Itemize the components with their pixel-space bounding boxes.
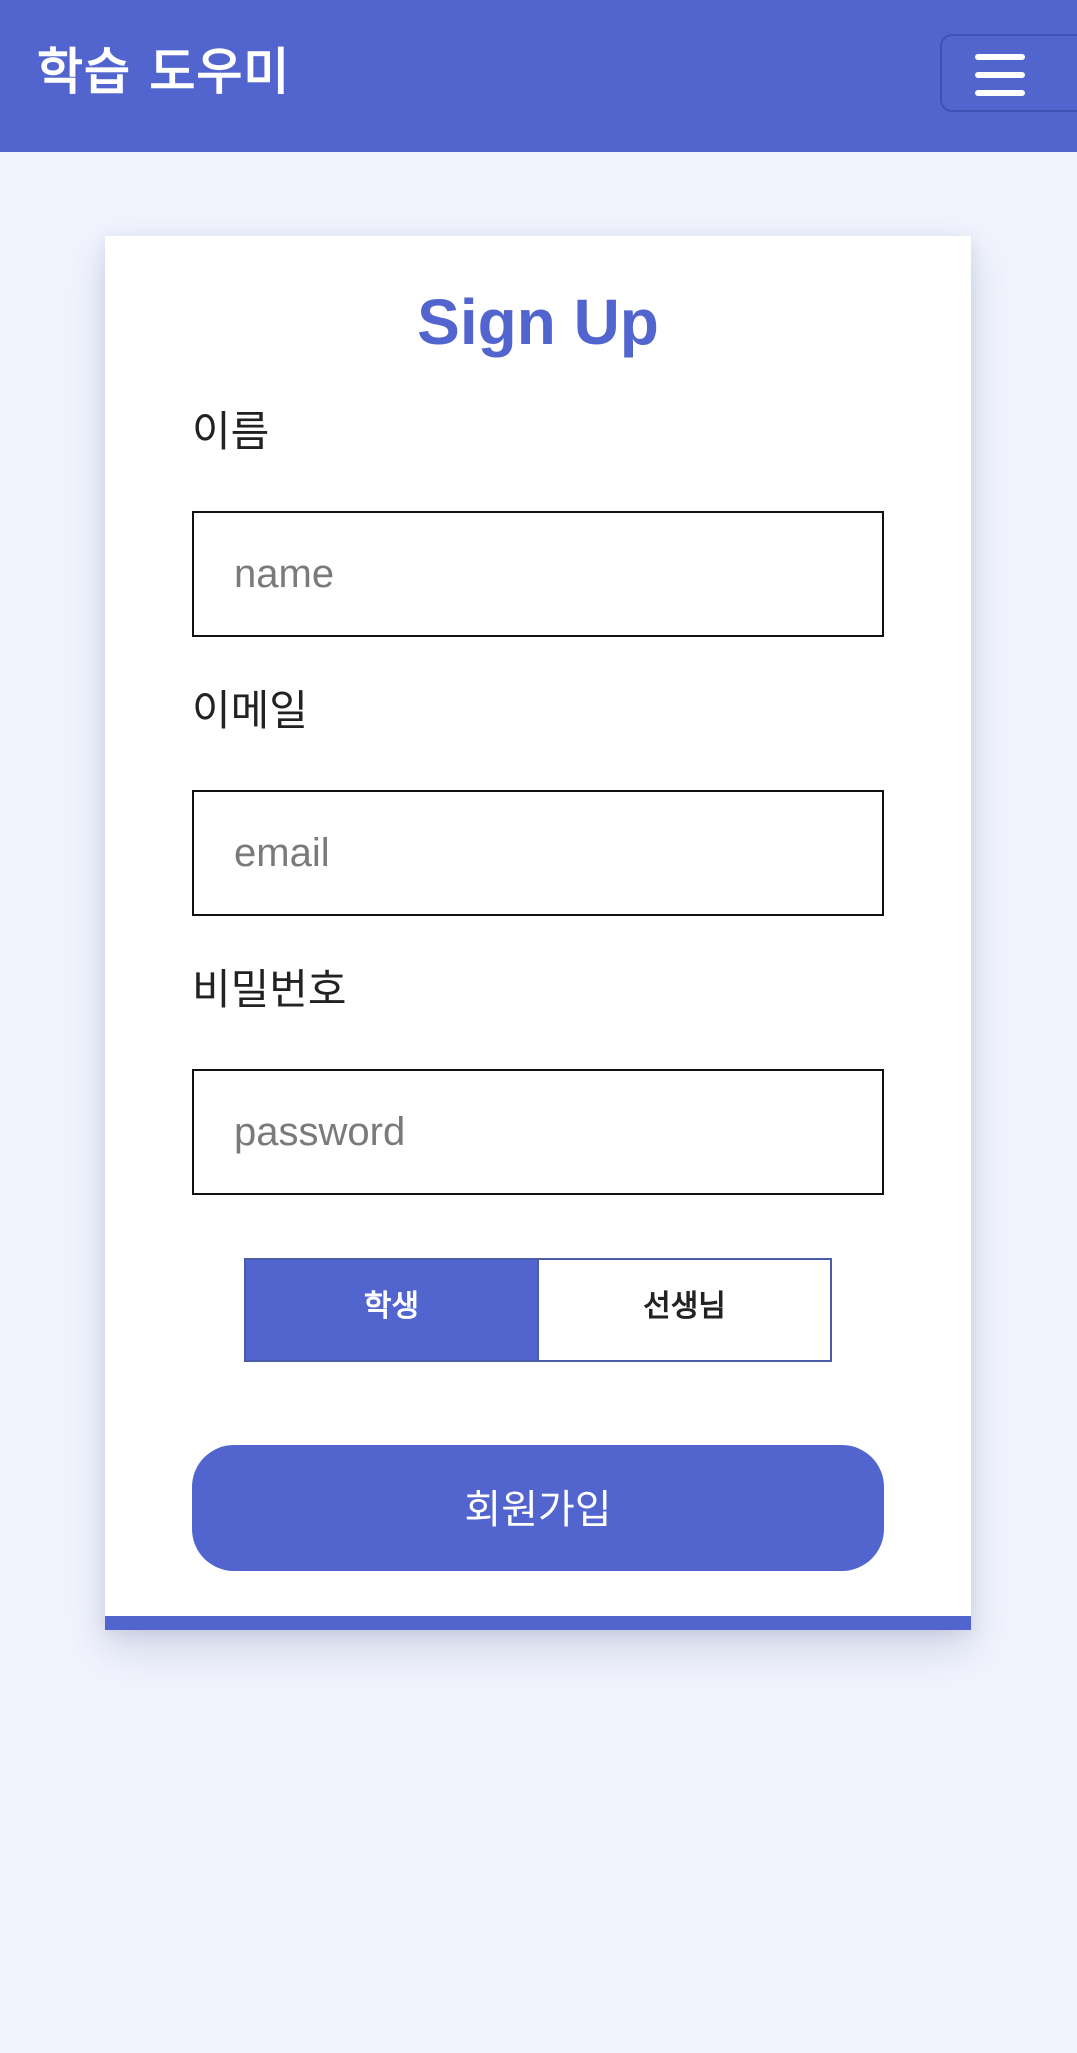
hamburger-menu-icon: [975, 54, 1025, 96]
password-input[interactable]: [192, 1069, 884, 1195]
app-title: 학습 도우미: [37, 43, 291, 101]
password-label: 비밀번호: [192, 965, 347, 1014]
name-input[interactable]: [192, 511, 884, 637]
role-toggle: 학생 선생님: [244, 1258, 832, 1362]
menu-button[interactable]: [940, 34, 1077, 112]
name-label: 이름: [192, 407, 270, 456]
signup-button[interactable]: 회원가입: [192, 1445, 884, 1571]
signup-card: Sign Up 이름 이메일 비밀번호 학생 선생님 회원가입: [105, 236, 971, 1630]
app-header: 학습 도우미: [0, 0, 1077, 152]
card-bottom-accent: [105, 1616, 971, 1630]
page-title: Sign Up: [417, 286, 659, 358]
role-option-student[interactable]: 학생: [246, 1260, 537, 1360]
email-input[interactable]: [192, 790, 884, 916]
role-option-teacher[interactable]: 선생님: [537, 1260, 830, 1360]
email-label: 이메일: [192, 686, 308, 735]
